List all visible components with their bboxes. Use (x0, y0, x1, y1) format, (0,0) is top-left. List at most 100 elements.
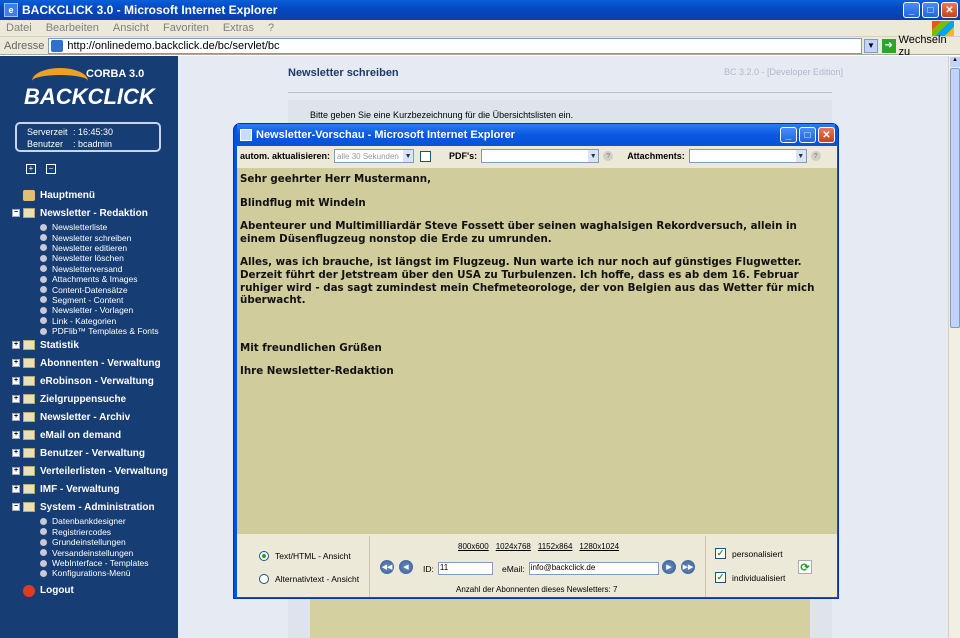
nav-subitem-label: Registriercodes (52, 526, 112, 537)
nav-subitem[interactable]: PDFlib™ Templates & Fonts (0, 326, 178, 336)
nav-system-label: System - Administration (40, 501, 155, 513)
next-record-icon[interactable]: ▶ (662, 560, 676, 574)
nav-system[interactable]: − System - Administration (0, 498, 178, 516)
nav-subitem[interactable]: Newsletter - Vorlagen (0, 305, 178, 315)
nav-home-label: Hauptmenü (40, 189, 95, 201)
resolution-1024[interactable]: 1024x768 (496, 542, 531, 551)
auto-refresh-checkbox[interactable] (420, 150, 432, 162)
menu-file[interactable]: Datei (6, 22, 32, 34)
menu-help[interactable]: ? (268, 22, 274, 34)
nav-group[interactable]: + Benutzer - Verwaltung (0, 444, 178, 462)
menu-tools[interactable]: Extras (223, 22, 254, 34)
expand-all-icon[interactable]: + (26, 164, 36, 174)
logout-icon (23, 584, 35, 597)
dropdown-arrow-icon: ▼ (795, 150, 806, 162)
attachments-select[interactable]: ▼ (688, 149, 807, 163)
bullet-icon (40, 528, 47, 536)
resolution-1152[interactable]: 1152x864 (538, 542, 573, 551)
first-record-icon[interactable]: ◀◀ (380, 560, 394, 574)
popup-minimize-button[interactable]: _ (780, 127, 797, 143)
nav-subitem[interactable]: Grundeinstellungen (0, 537, 178, 547)
menu-view[interactable]: Ansicht (113, 22, 149, 34)
popup-title: Newsletter-Vorschau - Microsoft Internet… (256, 129, 515, 141)
nav-group[interactable]: + Statistik (0, 336, 178, 354)
nav-subitem[interactable]: Versandeinstellungen (0, 547, 178, 558)
nav-group[interactable]: + eRobinson - Verwaltung (0, 372, 178, 390)
scroll-thumb[interactable] (950, 68, 960, 328)
resolution-800[interactable]: 800x600 (458, 542, 489, 551)
nav-subitem[interactable]: Newsletterliste (0, 222, 178, 232)
expand-icon: + (12, 377, 20, 386)
subscriber-count: Anzahl der Abonnenten dieses Newsletters… (456, 585, 618, 594)
id-input[interactable]: 11 (437, 562, 493, 575)
nav-group[interactable]: + eMail on demand (0, 426, 178, 444)
maximize-button[interactable]: □ (922, 2, 939, 18)
nav-home[interactable]: Hauptmenü (0, 186, 178, 204)
pdf-select[interactable]: ▼ (481, 149, 600, 163)
nav-subitem-label: Newsletterliste (52, 222, 108, 233)
menu-favorites[interactable]: Favoriten (163, 22, 209, 34)
nav-redaktion[interactable]: − Newsletter - Redaktion (0, 204, 178, 222)
nav-logout-label: Logout (40, 585, 74, 597)
prev-record-icon[interactable]: ◀ (399, 560, 413, 574)
nav-subitem-label: Konfigurations-Menü (52, 568, 131, 579)
address-dropdown-icon[interactable]: ▼ (864, 38, 878, 53)
folder-icon (23, 484, 35, 495)
nav-subitem[interactable]: Content-Datensätze (0, 284, 178, 295)
individualized-checkbox[interactable]: ✓ individualisiert (715, 572, 785, 583)
dropdown-arrow-icon: ▼ (588, 150, 599, 162)
nav-subitem[interactable]: Newsletterversand (0, 264, 178, 274)
nav-group[interactable]: + Zielgruppensuche (0, 390, 178, 408)
popup-footer: Text/HTML - Ansicht Alternativtext - Ans… (237, 536, 837, 597)
user-value: : bcadmin (73, 139, 113, 149)
nav-subitem[interactable]: Datenbankdesigner (0, 516, 178, 526)
nav-subitem[interactable]: Segment - Content (0, 295, 178, 305)
popup-maximize-button[interactable]: □ (799, 127, 816, 143)
last-record-icon[interactable]: ▶▶ (681, 560, 695, 574)
nav-group[interactable]: + Newsletter - Archiv (0, 408, 178, 426)
bullet-icon (40, 254, 47, 262)
nav-subitem[interactable]: Link - Kategorien (0, 316, 178, 326)
personalized-label: personalisiert (732, 548, 783, 559)
email-input[interactable]: info@backclick.de (528, 562, 659, 575)
go-button[interactable]: ➜ Wechseln zu (881, 34, 960, 58)
nav-group[interactable]: + IMF - Verwaltung (0, 480, 178, 498)
nav-tree: Hauptmenü − Newsletter - Redaktion Newsle… (0, 186, 178, 600)
personalized-checkbox[interactable]: ✓ personalisiert (715, 548, 783, 559)
pdf-info-icon[interactable]: ? (603, 151, 614, 161)
nav-subitem[interactable]: Attachments & Images (0, 274, 178, 284)
home-icon (23, 189, 35, 201)
nav-logout[interactable]: Logout (0, 582, 178, 600)
address-input[interactable]: http://onlinedemo.backclick.de/bc/servle… (48, 37, 863, 54)
nav-redaktion-label: Newsletter - Redaktion (40, 207, 148, 219)
resolution-1280[interactable]: 1280x1024 (579, 542, 619, 551)
folder-icon (23, 430, 35, 441)
view-alt-radio[interactable]: Alternativtext - Ansicht (259, 574, 359, 584)
auto-refresh-select[interactable]: alle 30 Sekunden ▼ (334, 149, 415, 163)
collapse-all-icon[interactable]: − (46, 164, 56, 174)
nav-subitem[interactable]: Newsletter löschen (0, 253, 178, 263)
popup-titlebar: Newsletter-Vorschau - Microsoft Internet… (237, 124, 835, 146)
folder-icon (23, 208, 35, 218)
nav-subitem[interactable]: Newsletter schreiben (0, 232, 178, 243)
close-button[interactable]: ✕ (941, 2, 958, 18)
popup-app-icon (240, 129, 252, 141)
page-scrollbar[interactable]: ▲ (948, 56, 960, 638)
nav-subitem[interactable]: WebInterface - Templates (0, 558, 178, 568)
nav-subitem[interactable]: Newsletter editieren (0, 243, 178, 253)
bullet-icon (40, 317, 47, 325)
folder-icon (23, 376, 35, 387)
nav-group[interactable]: + Abonnenten - Verwaltung (0, 354, 178, 372)
nav-group[interactable]: + Verteilerlisten - Verwaltung (0, 462, 178, 480)
menu-edit[interactable]: Bearbeiten (46, 22, 99, 34)
refresh-icon[interactable]: ⟳ (798, 560, 812, 574)
popup-close-button[interactable]: ✕ (818, 127, 835, 143)
backclick-logo: CORBA 3.0 BACKCLICK (24, 68, 155, 114)
scroll-up-icon[interactable]: ▲ (950, 57, 960, 67)
minimize-button[interactable]: _ (903, 2, 920, 18)
nav-subitem-label: Newsletter editieren (52, 242, 128, 253)
view-html-radio[interactable]: Text/HTML - Ansicht (259, 551, 351, 561)
nav-subitem[interactable]: Konfigurations-Menü (0, 568, 178, 578)
attachments-info-icon[interactable]: ? (810, 151, 821, 161)
nav-subitem[interactable]: Registriercodes (0, 527, 178, 537)
